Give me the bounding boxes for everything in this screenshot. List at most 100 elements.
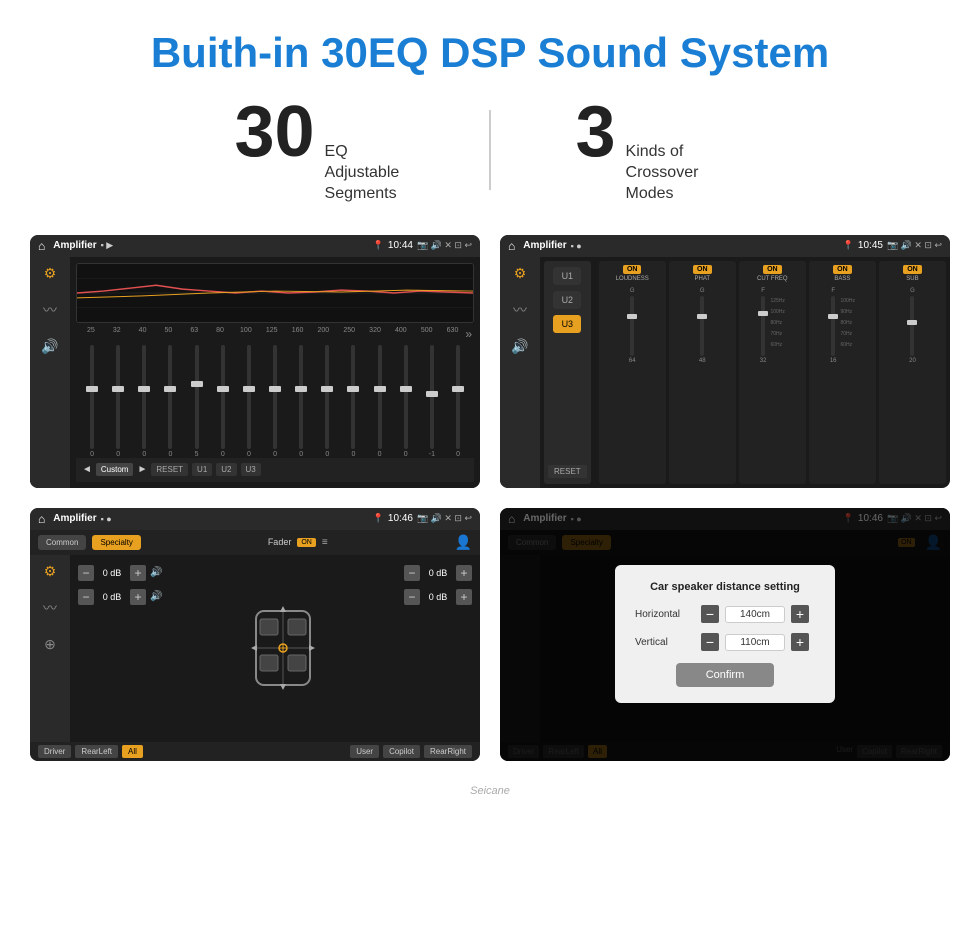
fader-5[interactable]: 5 bbox=[185, 345, 209, 458]
bluetooth-icon-3[interactable]: ⊕ bbox=[44, 636, 56, 653]
distance-overlay: Car speaker distance setting Horizontal … bbox=[500, 530, 950, 761]
ch-phat-on[interactable]: ON bbox=[693, 265, 712, 274]
dialog-label-v: Vertical bbox=[635, 637, 695, 648]
car-diagram-svg bbox=[248, 603, 318, 693]
u3-btn-2[interactable]: U3 bbox=[553, 315, 581, 333]
screen-speaker: ⌂ Amplifier ▪ ● 📍 10:46 📷 🔊 ✕ ⊡ ↩ Common… bbox=[30, 508, 480, 761]
eq-icon-1[interactable]: ⚙ bbox=[44, 265, 57, 282]
copilot-btn-3[interactable]: Copilot bbox=[383, 745, 420, 758]
db-minus-3[interactable]: − bbox=[404, 565, 420, 581]
ch-phat-label: PHAT bbox=[694, 276, 710, 282]
prev-icon[interactable]: ◄ bbox=[82, 464, 92, 475]
eq-curve bbox=[76, 263, 474, 323]
fader-7[interactable]: 0 bbox=[237, 345, 261, 458]
fader-9[interactable]: 0 bbox=[289, 345, 313, 458]
screen4-inner: Common Specialty ON 👤 0 dB 0 dB 0 dB bbox=[500, 530, 950, 761]
dialog-title: Car speaker distance setting bbox=[635, 581, 815, 593]
wave-icon-2[interactable]: 〰 bbox=[513, 300, 527, 320]
expand-icon[interactable]: » bbox=[465, 327, 472, 341]
db-plus-4[interactable]: + bbox=[456, 589, 472, 605]
user-btn-3[interactable]: User bbox=[350, 745, 379, 758]
screen3-time: 10:46 bbox=[388, 513, 413, 524]
u1-btn-1[interactable]: U1 bbox=[192, 463, 212, 476]
screen2-icons: ▪ ● bbox=[571, 241, 582, 251]
freq-125: 125 bbox=[259, 327, 285, 341]
freq-32: 32 bbox=[104, 327, 130, 341]
u2-btn-1[interactable]: U2 bbox=[216, 463, 236, 476]
screen1-title: Amplifier bbox=[53, 240, 96, 251]
fader-8[interactable]: 0 bbox=[263, 345, 287, 458]
specialty-btn-3[interactable]: Specialty bbox=[92, 535, 140, 550]
db-value-4: 0 dB bbox=[424, 592, 452, 602]
ch-loudness-on[interactable]: ON bbox=[623, 265, 642, 274]
eq-screen: ⚙ 〰 🔊 bbox=[30, 257, 480, 488]
rearleft-btn-3[interactable]: RearLeft bbox=[75, 745, 118, 758]
dialog-plus-v[interactable]: + bbox=[791, 633, 809, 651]
all-btn-3[interactable]: All bbox=[122, 745, 143, 758]
stat-crossover-label: Kinds ofCrossover Modes bbox=[626, 142, 726, 204]
home-icon-2[interactable]: ⌂ bbox=[508, 239, 515, 253]
eq-icon-2[interactable]: ⚙ bbox=[514, 265, 527, 282]
eq-sidebar-2: ⚙ 〰 🔊 bbox=[500, 257, 540, 488]
status-bar-3: ⌂ Amplifier ▪ ● 📍 10:46 📷 🔊 ✕ ⊡ ↩ bbox=[30, 508, 480, 530]
home-icon-1[interactable]: ⌂ bbox=[38, 239, 45, 253]
confirm-button[interactable]: Confirm bbox=[676, 663, 775, 687]
speaker-icon-1[interactable]: 🔊 bbox=[41, 338, 58, 355]
screen-eq: ⌂ Amplifier ▪ ▶ 📍 10:44 📷 🔊 ✕ ⊡ ↩ ⚙ 〰 🔊 bbox=[30, 235, 480, 488]
common-btn-3[interactable]: Common bbox=[38, 535, 86, 550]
eq-icon-3[interactable]: ⚙ bbox=[44, 563, 57, 580]
fader-3[interactable]: 0 bbox=[132, 345, 156, 458]
db-plus-3[interactable]: + bbox=[456, 565, 472, 581]
db-minus-1[interactable]: − bbox=[78, 565, 94, 581]
fader-15[interactable]: 0 bbox=[446, 345, 470, 458]
next-icon[interactable]: ► bbox=[137, 464, 147, 475]
u3-btn-1[interactable]: U3 bbox=[241, 463, 261, 476]
ch-sub: ON SUB G 20 bbox=[879, 261, 946, 484]
db-minus-2[interactable]: − bbox=[78, 589, 94, 605]
u2-btn-2[interactable]: U2 bbox=[553, 291, 581, 309]
reset-btn-1[interactable]: RESET bbox=[151, 463, 188, 476]
db-control-left: − 0 dB + 🔊 − 0 dB + 🔊 bbox=[70, 555, 170, 742]
fader-14[interactable]: -1 bbox=[420, 345, 444, 458]
home-icon-3[interactable]: ⌂ bbox=[38, 512, 45, 526]
fader-12[interactable]: 0 bbox=[368, 345, 392, 458]
ch-sub-on[interactable]: ON bbox=[903, 265, 922, 274]
dialog-minus-v[interactable]: − bbox=[701, 633, 719, 651]
fader-13[interactable]: 0 bbox=[394, 345, 418, 458]
dialog-minus-h[interactable]: − bbox=[701, 605, 719, 623]
ch-bass: ON BASS F 16 bbox=[809, 261, 876, 484]
db-minus-4[interactable]: − bbox=[404, 589, 420, 605]
freq-40: 40 bbox=[130, 327, 156, 341]
fader-11[interactable]: 0 bbox=[341, 345, 365, 458]
ch-bass-on[interactable]: ON bbox=[833, 265, 852, 274]
db-plus-1[interactable]: + bbox=[130, 565, 146, 581]
wave-icon-3[interactable]: 〰 bbox=[43, 598, 57, 618]
speaker-icon-2[interactable]: 🔊 bbox=[511, 338, 528, 355]
fader-10[interactable]: 0 bbox=[315, 345, 339, 458]
u1-btn-2[interactable]: U1 bbox=[553, 267, 581, 285]
custom-btn[interactable]: Custom bbox=[96, 463, 134, 476]
reset-btn-2[interactable]: RESET bbox=[548, 465, 587, 478]
ch-sub-label: SUB bbox=[906, 276, 918, 282]
ch-cutfreq-on[interactable]: ON bbox=[763, 265, 782, 274]
profile-icon-3[interactable]: 👤 bbox=[455, 534, 472, 551]
screen3-icons: ▪ ● bbox=[101, 514, 112, 524]
fader-1[interactable]: 0 bbox=[80, 345, 104, 458]
dialog-plus-h[interactable]: + bbox=[791, 605, 809, 623]
screen2-title: Amplifier bbox=[523, 240, 566, 251]
freq-25: 25 bbox=[78, 327, 104, 341]
db-value-3: 0 dB bbox=[424, 568, 452, 578]
driver-btn-3[interactable]: Driver bbox=[38, 745, 71, 758]
dialog-value-v: 110cm bbox=[725, 634, 785, 651]
location-icon-2: 📍 bbox=[843, 240, 854, 251]
fader-6[interactable]: 0 bbox=[211, 345, 235, 458]
wave-icon-1[interactable]: 〰 bbox=[43, 300, 57, 320]
fader-4[interactable]: 0 bbox=[158, 345, 182, 458]
db-value-2: 0 dB bbox=[98, 592, 126, 602]
db-plus-2[interactable]: + bbox=[130, 589, 146, 605]
fader-2[interactable]: 0 bbox=[106, 345, 130, 458]
rearright-btn-3[interactable]: RearRight bbox=[424, 745, 472, 758]
location-icon-3: 📍 bbox=[373, 513, 384, 524]
eq-sidebar-1: ⚙ 〰 🔊 bbox=[30, 257, 70, 488]
db-row-4: − 0 dB + bbox=[404, 589, 472, 605]
